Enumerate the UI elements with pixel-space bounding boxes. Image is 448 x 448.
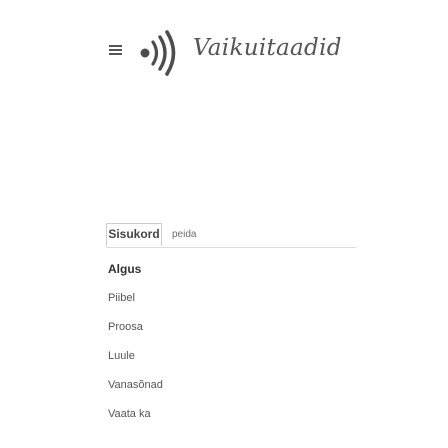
list-item-piibel[interactable]: Piibel [108,284,348,313]
contents-list: Algus Piibel Proosa Luule Vanasõnad Vaat… [108,255,348,429]
site-header: Vaikuitaadid [0,0,448,110]
tab-hide[interactable]: peida [172,223,196,246]
table-of-contents-tabs: Sisukord peida [106,223,356,248]
list-item-luule[interactable]: Luule [108,342,348,371]
list-item-vaata-ka[interactable]: Vaata ka [108,400,348,429]
site-logo[interactable]: Vaikuitaadid [134,25,349,81]
hamburger-menu-icon[interactable] [109,44,122,56]
list-item-proosa[interactable]: Proosa [108,313,348,342]
list-heading[interactable]: Algus [108,255,348,284]
site-name: Vaikuitaadid [193,35,342,61]
sound-waves-icon [140,30,176,76]
tab-sisukord[interactable]: Sisukord [106,223,162,246]
list-item-vanasonad[interactable]: Vanasõnad [108,371,348,400]
